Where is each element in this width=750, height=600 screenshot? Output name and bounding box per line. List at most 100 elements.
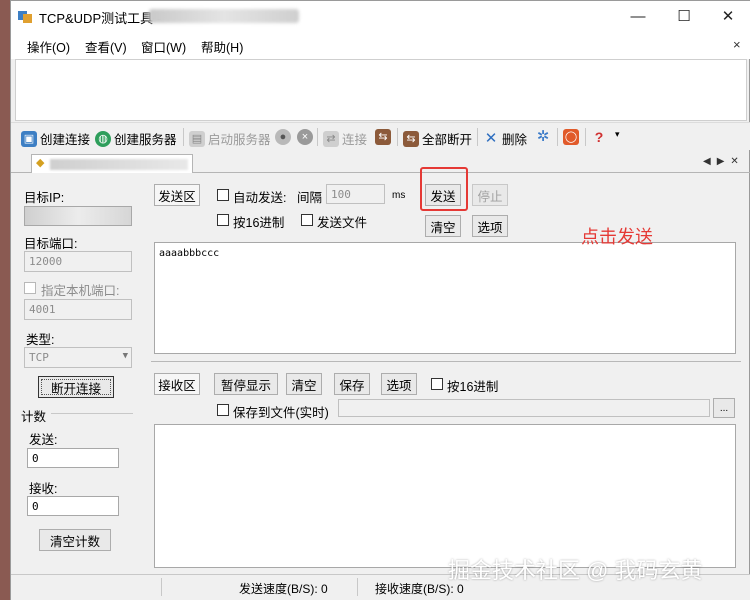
send-file-checkbox[interactable] (301, 214, 313, 226)
count-group-label: 计数 (21, 410, 47, 424)
gear-icon: ✲ (536, 128, 550, 145)
menu-bar: 操作(O) 查看(V) 窗口(W) 帮助(H) × (11, 31, 750, 59)
interval-label: 间隔 (297, 191, 323, 205)
recv-hex-label: 按16进制 (447, 380, 499, 394)
recv-text-area[interactable] (154, 424, 736, 568)
tab-nav-arrows[interactable]: ◀▶✕ (703, 156, 745, 167)
stop-server-button[interactable]: ● (275, 129, 291, 145)
minimize-button[interactable]: — (615, 1, 661, 31)
disconnect-connection-button[interactable]: 断开连接 (38, 376, 114, 398)
network-disconnect-icon: ⇆ (375, 129, 391, 145)
connect-label: 连接 (342, 133, 368, 147)
disconnect-all-label: 全部断开 (422, 133, 473, 147)
save-to-file-checkbox[interactable] (217, 404, 229, 416)
globe-icon: ◍ (95, 130, 111, 147)
cancel-button[interactable]: × (297, 129, 313, 145)
connection-tab[interactable]: ◆ (31, 154, 193, 173)
send-options-button[interactable]: 选项 (472, 215, 508, 237)
pause-display-button[interactable]: 暂停显示 (214, 373, 278, 395)
local-port-input[interactable]: 4001 (24, 299, 132, 320)
connection-icon: ▣ (21, 130, 37, 147)
send-count-label: 发送: (29, 433, 58, 447)
type-label: 类型: (26, 333, 55, 347)
create-server-label: 创建服务器 (114, 133, 177, 147)
toolbar-separator (317, 128, 318, 146)
splitter[interactable] (151, 361, 741, 362)
power-icon: ◯ (563, 129, 579, 145)
network-icon: ⇄ (323, 130, 339, 147)
send-count-field[interactable]: 0 (27, 448, 119, 468)
title-bar: TCP&UDP测试工具 - — ☐ ✕ (11, 1, 750, 31)
type-select[interactable]: TCP ▼ (24, 347, 132, 368)
server-icon: ▤ (189, 130, 205, 147)
log-area (15, 59, 747, 121)
save-path-input[interactable] (338, 399, 710, 417)
start-server-label: 启动服务器 (208, 133, 271, 147)
help-button[interactable]: ? (591, 129, 607, 145)
disconnect-all-icon: ⇆ (403, 130, 419, 147)
toolbar-separator (557, 128, 558, 146)
menu-help[interactable]: 帮助(H) (201, 37, 243, 56)
start-server-button[interactable]: ▤ 启动服务器 (189, 129, 271, 148)
disconnect-all-button[interactable]: ⇆ 全部断开 (403, 129, 472, 148)
send-zone-label: 发送区 (154, 184, 200, 206)
local-port-checkbox[interactable] (24, 282, 36, 294)
toolbar-overflow-chevron-icon[interactable]: ▾ (615, 129, 620, 140)
disconnect-button[interactable]: ⇆ (375, 129, 391, 145)
mdi-close-button[interactable]: × (733, 37, 741, 52)
toolbar-separator (397, 128, 398, 146)
send-highlight-box (420, 167, 468, 211)
maximize-button[interactable]: ☐ (661, 1, 707, 31)
app-window: TCP&UDP测试工具 - — ☐ ✕ 操作(O) 查看(V) 窗口(W) 帮助… (10, 0, 750, 600)
toolbar-separator (477, 128, 478, 146)
delete-button[interactable]: ✕ 删除 (483, 129, 527, 148)
help-icon: ? (594, 129, 604, 145)
close-circle-icon: × (297, 129, 313, 145)
auto-send-checkbox[interactable] (217, 189, 229, 201)
watermark: 掘金技术社区 @ 我码玄黄 (448, 558, 703, 583)
target-port-label: 目标端口: (24, 237, 78, 251)
delete-label: 删除 (502, 133, 528, 147)
create-server-button[interactable]: ◍ 创建服务器 (95, 129, 177, 148)
recv-hex-checkbox[interactable] (431, 378, 443, 390)
app-icon (17, 8, 33, 24)
recv-count-field[interactable]: 0 (27, 496, 119, 516)
recv-options-button[interactable]: 选项 (381, 373, 417, 395)
toolbar-separator (183, 128, 184, 146)
interval-unit: ms (392, 190, 406, 201)
recv-zone-label: 接收区 (154, 373, 200, 395)
count-group-line (51, 413, 133, 414)
toolbar-separator (585, 128, 586, 146)
status-separator (357, 578, 358, 596)
clear-count-button[interactable]: 清空计数 (39, 529, 111, 551)
send-hex-label: 按16进制 (233, 216, 285, 230)
redacted-title-suffix (149, 9, 299, 23)
send-clear-button[interactable]: 清空 (425, 215, 461, 237)
settings-button[interactable]: ✲ (535, 129, 551, 145)
target-port-input[interactable]: 12000 (24, 251, 132, 272)
interval-input[interactable]: 100 (326, 184, 385, 204)
stop-button[interactable]: 停止 (472, 184, 508, 206)
save-to-file-label: 保存到文件(实时) (233, 406, 329, 420)
local-port-label: 指定本机端口: (41, 284, 120, 298)
annotation-click-send: 点击发送 (581, 227, 653, 247)
type-select-value: TCP (29, 351, 49, 364)
menu-window[interactable]: 窗口(W) (141, 37, 186, 56)
menu-view[interactable]: 查看(V) (85, 37, 127, 56)
menu-operate[interactable]: 操作(O) (27, 37, 70, 56)
target-ip-input-redacted[interactable] (24, 206, 132, 226)
target-ip-label: 目标IP: (24, 191, 65, 205)
recv-clear-button[interactable]: 清空 (286, 373, 322, 395)
recv-count-label: 接收: (29, 482, 58, 496)
recv-save-button[interactable]: 保存 (334, 373, 370, 395)
power-button[interactable]: ◯ (563, 129, 579, 145)
send-file-label: 发送文件 (317, 216, 368, 230)
close-button[interactable]: ✕ (705, 1, 750, 31)
send-hex-checkbox[interactable] (217, 214, 229, 226)
connect-button[interactable]: ⇄ 连接 (323, 129, 367, 148)
send-text-area[interactable] (154, 242, 736, 354)
person-icon: ● (275, 129, 291, 145)
create-connection-button[interactable]: ▣ 创建连接 (21, 129, 90, 148)
browse-button[interactable]: ... (713, 398, 735, 418)
delete-x-icon: ✕ (484, 129, 498, 147)
